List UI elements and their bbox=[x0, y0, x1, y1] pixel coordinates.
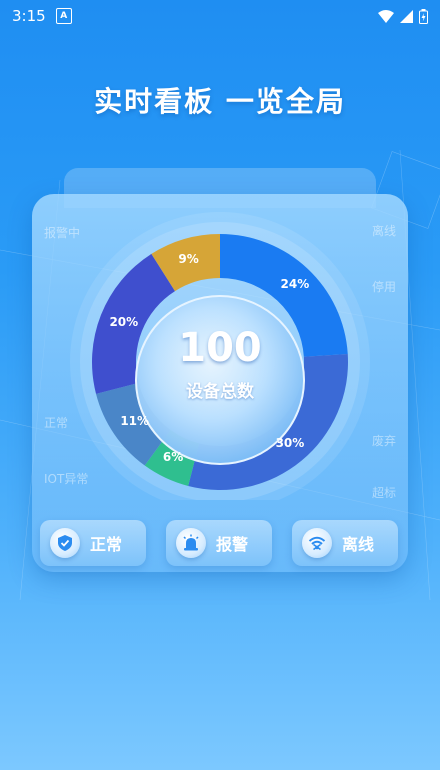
app-notification-icon: A bbox=[55, 8, 72, 24]
status-bar: 3:15 A bbox=[0, 0, 440, 32]
wifi-icon bbox=[378, 9, 394, 23]
slice-percent-label: 30% bbox=[275, 435, 305, 450]
offline-button[interactable]: 离线 bbox=[292, 520, 398, 566]
shield-check-icon bbox=[50, 528, 80, 558]
total-devices-label: 设备总数 bbox=[186, 382, 254, 402]
battery-icon bbox=[419, 8, 428, 24]
alarm-siren-icon bbox=[176, 528, 206, 558]
slice-percent-label: 11% bbox=[120, 413, 150, 428]
normal-button[interactable]: 正常 bbox=[40, 520, 146, 566]
signal-icon bbox=[400, 9, 413, 23]
slice-percent-label: 6% bbox=[162, 449, 184, 464]
total-devices-value: 100 bbox=[178, 325, 262, 371]
wifi-off-icon bbox=[302, 528, 332, 558]
slice-percent-label: 20% bbox=[109, 314, 139, 329]
page-headline: 实时看板 一览全局 bbox=[94, 85, 346, 118]
status-time: 3:15 bbox=[12, 7, 46, 25]
normal-button-label: 正常 bbox=[90, 535, 123, 554]
slice-percent-label: 9% bbox=[178, 252, 199, 267]
alarm-button-label: 报警 bbox=[216, 535, 249, 554]
offline-button-label: 离线 bbox=[342, 535, 375, 554]
alarm-button[interactable]: 报警 bbox=[166, 520, 272, 566]
slice-percent-label: 24% bbox=[280, 276, 310, 291]
